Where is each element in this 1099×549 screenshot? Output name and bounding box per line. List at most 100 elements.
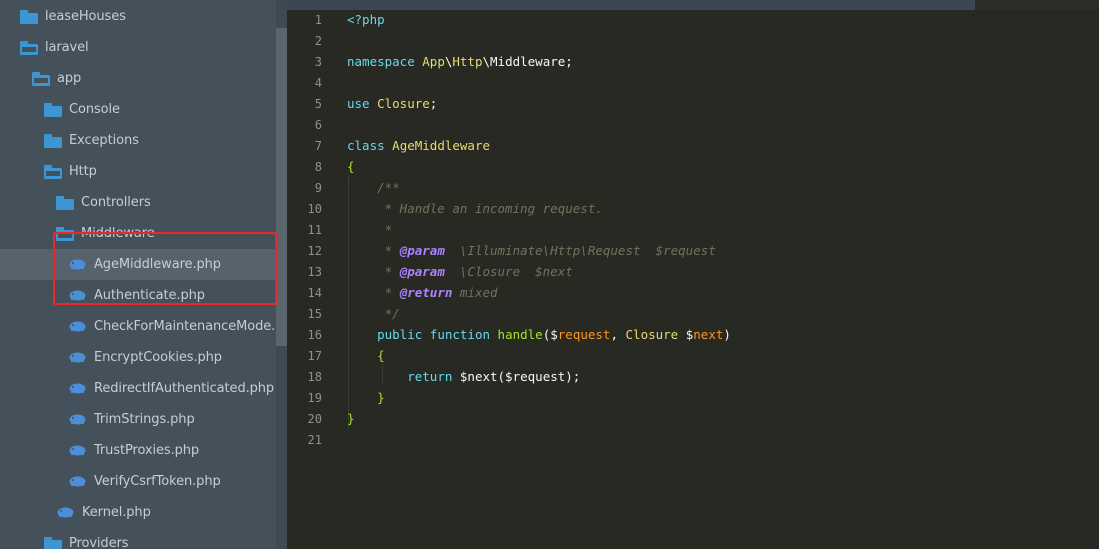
tree-item-encryptcookies[interactable]: EncryptCookies.php [0, 342, 276, 373]
tree-item-exceptions[interactable]: Exceptions [0, 125, 276, 156]
code-text: <?php [347, 12, 385, 27]
line-number: 2 [314, 33, 322, 48]
code-line: 12 * @param \Illuminate\Http\Request $re… [287, 240, 1099, 261]
tree-item-label: TrustProxies.php [94, 443, 200, 458]
tree-item-laravel[interactable]: laravel [0, 32, 276, 63]
folder-open-icon [20, 40, 38, 55]
file-tree-sidebar: leaseHouses laravel app Console Exceptio… [0, 0, 287, 549]
code-text: } [347, 411, 355, 426]
tree-item-middleware[interactable]: Middleware [0, 218, 276, 249]
code-line: 5 use Closure; [287, 93, 1099, 114]
folder-open-icon [32, 71, 50, 86]
tree-item-label: AgeMiddleware.php [94, 257, 221, 272]
line-number: 10 [307, 201, 322, 216]
tree-item-label: Controllers [81, 195, 151, 210]
tree-item-controllers[interactable]: Controllers [0, 187, 276, 218]
line-number: 7 [314, 138, 322, 153]
folder-icon [44, 133, 62, 148]
sidebar-scrollbar-thumb[interactable] [276, 28, 287, 346]
tree-item-verifycsrftoken[interactable]: VerifyCsrfToken.php [0, 466, 276, 497]
php-file-icon [69, 320, 87, 334]
code-text: } [377, 390, 385, 405]
code-text: * @param \Closure $next [347, 264, 573, 279]
folder-icon [44, 102, 62, 117]
line-number: 16 [307, 327, 322, 342]
tree-item-redirectifauthenticated[interactable]: RedirectIfAuthenticated.php [0, 373, 276, 404]
php-file-icon [69, 444, 87, 458]
tree-item-label: Providers [69, 536, 129, 549]
line-number: 4 [314, 75, 322, 90]
code-text: { [377, 348, 385, 363]
code-text: /** [347, 180, 400, 195]
code-line: 7 class AgeMiddleware [287, 135, 1099, 156]
tree-item-trimstrings[interactable]: TrimStrings.php [0, 404, 276, 435]
code-text: * [347, 222, 393, 237]
folder-icon [56, 195, 74, 210]
code-text: class AgeMiddleware [347, 138, 491, 153]
tree-item-http[interactable]: Http [0, 156, 276, 187]
code-text: namespace App\Http\Middleware; [347, 54, 573, 69]
tree-item-label: Http [69, 164, 97, 179]
tree-item-agemiddleware[interactable]: AgeMiddleware.php [0, 249, 276, 280]
code-line: 8 { [287, 156, 1099, 177]
php-file-icon [57, 506, 75, 520]
tree-item-providers[interactable]: Providers [0, 528, 276, 549]
php-file-icon [69, 258, 87, 272]
tree-item-checkformaintenancemode[interactable]: CheckForMaintenanceMode.php [0, 311, 287, 342]
php-file-icon [69, 351, 87, 365]
code-text: * @return mixed [347, 285, 498, 300]
line-number: 19 [307, 390, 322, 405]
php-file-icon [69, 475, 87, 489]
tree-item-label: laravel [45, 40, 89, 55]
line-number: 15 [307, 306, 322, 321]
line-number: 13 [307, 264, 322, 279]
line-number: 6 [314, 117, 322, 132]
line-number: 17 [307, 348, 322, 363]
tree-item-app[interactable]: app [0, 63, 276, 94]
line-number: 12 [307, 243, 322, 258]
tree-item-label: Kernel.php [82, 505, 151, 520]
line-number: 14 [307, 285, 322, 300]
tree-item-console[interactable]: Console [0, 94, 276, 125]
code-line: 3 namespace App\Http\Middleware; [287, 51, 1099, 72]
tree-item-authenticate[interactable]: Authenticate.php [0, 280, 276, 311]
line-number: 11 [307, 222, 322, 237]
line-number: 9 [314, 180, 322, 195]
folder-icon [44, 536, 62, 549]
tree-item-label: VerifyCsrfToken.php [94, 474, 221, 489]
code-line: 2 [287, 30, 1099, 51]
line-number: 20 [307, 411, 322, 426]
code-text: * @param \Illuminate\Http\Request $reque… [347, 243, 716, 258]
code-text: */ [347, 306, 400, 321]
code-line: 6 [287, 114, 1099, 135]
tree-item-label: app [57, 71, 82, 86]
folder-icon [20, 9, 38, 24]
tree-item-label: CheckForMaintenanceMode.php [94, 319, 287, 334]
code-line: 4 [287, 72, 1099, 93]
code-text: { [347, 159, 355, 174]
code-editor[interactable]: 1 <?php 2 3 namespace App\Http\Middlewar… [287, 0, 1099, 549]
code-line: 19 } [287, 387, 1099, 408]
code-line: 14 * @return mixed [287, 282, 1099, 303]
code-line: 1 <?php [287, 9, 1099, 30]
code-line: 9 /** [287, 177, 1099, 198]
tree-item-trustproxies[interactable]: TrustProxies.php [0, 435, 276, 466]
code-line: 21 [287, 429, 1099, 450]
tree-item-label: Console [69, 102, 120, 117]
tree-item-label: EncryptCookies.php [94, 350, 222, 365]
code-line: 13 * @param \Closure $next [287, 261, 1099, 282]
tree-item-kernel[interactable]: Kernel.php [0, 497, 276, 528]
tree-item-label: Middleware [81, 226, 155, 241]
line-number: 21 [307, 432, 322, 447]
line-number: 8 [314, 159, 322, 174]
code-line: 16 public function handle($request, Clos… [287, 324, 1099, 345]
code-line: 10 * Handle an incoming request. [287, 198, 1099, 219]
code-text: * Handle an incoming request. [347, 201, 603, 216]
code-line: 18 return $next($request); [287, 366, 1099, 387]
tree-item-label: RedirectIfAuthenticated.php [94, 381, 275, 396]
code-line: 17 { [287, 345, 1099, 366]
tree-item-label: Authenticate.php [94, 288, 205, 303]
tree-item-leasehouses[interactable]: leaseHouses [0, 1, 276, 32]
code-line: 15 */ [287, 303, 1099, 324]
line-number: 1 [314, 12, 322, 27]
